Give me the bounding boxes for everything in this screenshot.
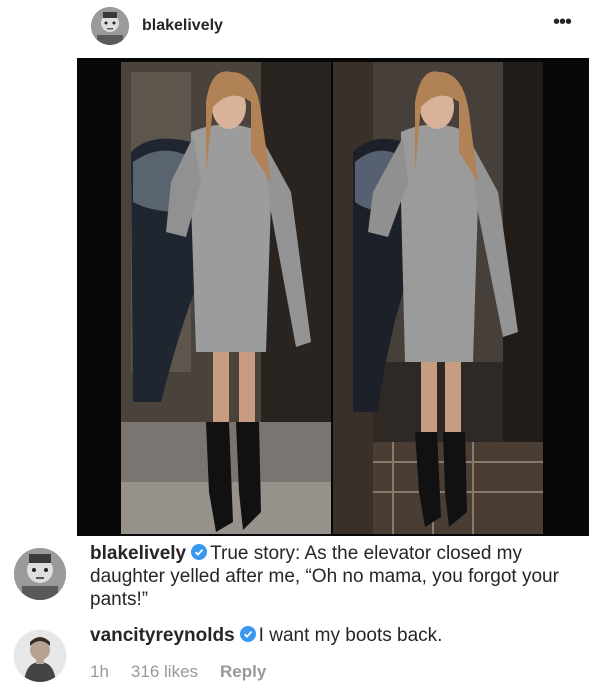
verified-badge-icon	[239, 626, 256, 642]
photo-right	[333, 62, 543, 534]
comment-timestamp: 1h	[90, 662, 109, 681]
commenter-avatar[interactable]	[14, 630, 66, 682]
post-header: blakelively •••	[0, 0, 600, 58]
comment: vancityreynolds I want my boots back. 1h 3…	[0, 618, 600, 696]
reply-button[interactable]: Reply	[220, 662, 266, 681]
commenter-avatar[interactable]	[14, 548, 66, 600]
comment-body: vancityreynolds I want my boots back.	[90, 624, 585, 647]
comment-text: I want my boots back.	[258, 625, 443, 646]
comment: blakelively True story: As the elevator c…	[0, 536, 600, 624]
post-author-username[interactable]: blakelively	[142, 17, 223, 35]
comment-username[interactable]: blakelively	[90, 543, 186, 564]
more-horizontal-icon[interactable]: •••	[549, 12, 575, 32]
post-author-avatar[interactable]	[91, 7, 129, 45]
post-image	[77, 58, 589, 536]
comment-meta: 1h 316 likes Reply	[90, 662, 288, 682]
verified-badge-icon	[191, 544, 208, 560]
comment-likes[interactable]: 316 likes	[131, 662, 198, 681]
comment-body: blakelively True story: As the elevator c…	[90, 542, 585, 611]
comment-username[interactable]: vancityreynolds	[90, 625, 235, 646]
photo-left	[121, 62, 331, 534]
